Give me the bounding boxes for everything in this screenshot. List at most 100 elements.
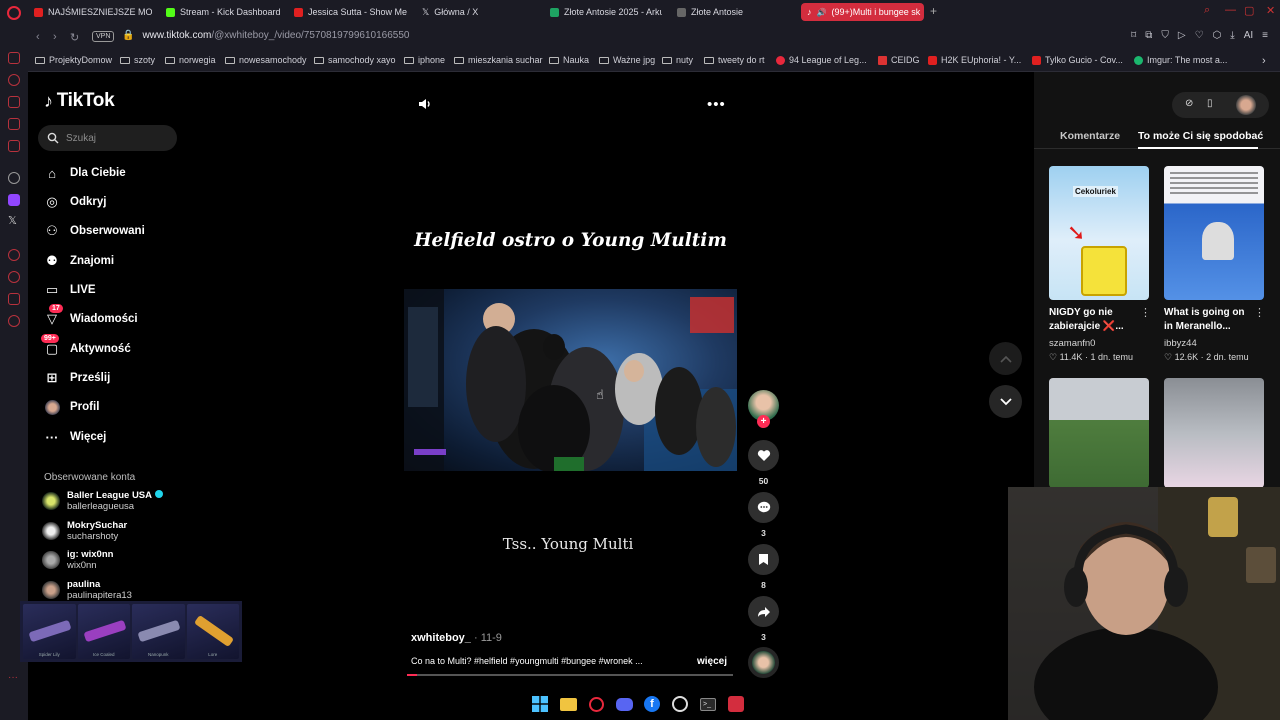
menu-item-aktywnosc[interactable]: ▢ 99+ Aktywność xyxy=(41,334,131,357)
menu-item-profil[interactable]: Profil xyxy=(44,399,99,415)
tab-comments[interactable]: Komentarze xyxy=(1060,130,1120,142)
sidebar-app-icon[interactable] xyxy=(8,96,20,108)
author-name[interactable]: xwhiteboy_ xyxy=(411,632,471,644)
previous-video-button[interactable] xyxy=(989,342,1022,375)
next-video-button[interactable] xyxy=(989,385,1022,418)
windows-start-icon[interactable] xyxy=(530,694,550,714)
bookmark-item[interactable]: nowesamochody xyxy=(225,55,307,65)
sidebar-app-icon[interactable] xyxy=(8,249,20,261)
more-options-icon[interactable]: ⋮ xyxy=(1254,306,1265,319)
recommended-video-author[interactable]: ibbyz44 xyxy=(1164,338,1197,349)
search-tabs-icon[interactable]: ⌕ xyxy=(1204,4,1210,17)
settings-icon[interactable] xyxy=(8,315,20,327)
recommended-video-author[interactable]: szamanfn0 xyxy=(1049,338,1095,349)
menu-item-znajomi[interactable]: ⚉ Znajomi xyxy=(44,253,114,269)
browser-tab[interactable]: Jessica Sutta - Show Me xyxy=(288,3,408,21)
device-icon[interactable]: ▯ xyxy=(1207,98,1213,109)
recommended-video-title[interactable]: NIGDY go nie zabierajcie ❌... xyxy=(1049,306,1141,334)
recommended-video-title[interactable]: What is going on in Meranello... xyxy=(1164,306,1256,334)
bookmark-item[interactable]: H2K EUphoria! - Y... xyxy=(928,55,1021,65)
snapshot-icon[interactable]: ⧉ xyxy=(1145,30,1152,41)
browser-tab[interactable]: Złote Antosie xyxy=(671,3,791,21)
sidebar-app-icon[interactable] xyxy=(8,293,20,305)
x-icon[interactable]: 𝕏 xyxy=(8,214,17,227)
bookmark-item[interactable]: tweety do rt xyxy=(704,55,765,65)
download-icon[interactable]: ⤓ xyxy=(1230,30,1234,41)
video-thumbnail[interactable]: Cekoluriek ➘ xyxy=(1049,166,1149,300)
discord-icon[interactable] xyxy=(614,694,634,714)
bookmark-item[interactable]: Tylko Gucio - Cov... xyxy=(1032,55,1123,65)
follow-plus-button[interactable]: + xyxy=(757,415,770,428)
comment-button[interactable] xyxy=(748,492,779,523)
ai-button[interactable]: AI xyxy=(1244,30,1253,41)
terminal-icon[interactable]: >_ xyxy=(698,694,718,714)
menu-item-live[interactable]: ▭ LIVE xyxy=(44,282,96,298)
url-field[interactable]: 🔒 www.tiktok.com/@xwhiteboy_/video/757081… xyxy=(122,30,409,41)
more-options-icon[interactable]: ••• xyxy=(707,96,726,113)
opera-gx-icon[interactable] xyxy=(586,694,606,714)
save-button[interactable] xyxy=(748,544,779,575)
bookmark-item[interactable]: Imgur: The most a... xyxy=(1134,55,1227,65)
bookmark-item[interactable]: Ważne jpg xyxy=(599,55,655,65)
more-icon[interactable]: ··· xyxy=(8,672,18,683)
heart-icon[interactable]: ♡ xyxy=(1195,30,1204,41)
bookmark-icon[interactable]: ⌑ xyxy=(1131,30,1136,41)
browser-tab-active[interactable]: ♪ 🔊 (99+)Multi i bungee sk xyxy=(801,3,924,21)
followed-account[interactable]: Baller League USA ballerleagueusa xyxy=(42,490,163,512)
browser-tab[interactable]: 𝕏 Główna / X xyxy=(416,3,536,21)
shield-icon[interactable]: ⛉ xyxy=(1161,30,1169,41)
volume-icon[interactable] xyxy=(417,96,433,112)
menu-icon[interactable]: ≡ xyxy=(1262,30,1268,41)
bookmark-item[interactable]: nuty xyxy=(662,55,693,65)
bookmark-item[interactable]: samochody xayo xyxy=(314,55,396,65)
avatar[interactable] xyxy=(1236,95,1256,115)
opera-logo-icon[interactable] xyxy=(7,6,21,20)
sidebar-app-icon[interactable] xyxy=(8,74,20,86)
forward-icon[interactable]: › xyxy=(53,31,57,43)
video-frame[interactable] xyxy=(404,289,737,471)
streaming-app-icon[interactable] xyxy=(726,694,746,714)
browser-tab[interactable]: NAJŚMIESZNIEJSZE MOM xyxy=(28,3,152,21)
twitch-icon[interactable] xyxy=(8,194,20,206)
vpn-badge[interactable]: VPN xyxy=(92,31,115,42)
reload-icon[interactable]: ↻ xyxy=(70,31,79,44)
menu-item-wiecej[interactable]: ··· Więcej xyxy=(44,429,107,445)
sidebar-app-icon[interactable] xyxy=(8,52,20,64)
back-icon[interactable]: ‹ xyxy=(36,31,40,43)
player-icon[interactable]: ▷ xyxy=(1178,30,1186,41)
history-icon[interactable] xyxy=(8,271,20,283)
menu-item-obserwowani[interactable]: ⚇ Obserwowani xyxy=(44,223,145,239)
minimize-button[interactable]: — xyxy=(1225,4,1236,16)
browser-tab[interactable]: Stream - Kick Dashboard xyxy=(160,3,280,21)
sidebar-app-icon[interactable] xyxy=(8,118,20,130)
video-thumbnail[interactable] xyxy=(1164,378,1264,488)
bookmark-item[interactable]: iphone xyxy=(404,55,445,65)
obs-icon[interactable] xyxy=(670,694,690,714)
extensions-icon[interactable]: ⬡ xyxy=(1213,30,1222,41)
more-description-button[interactable]: więcej xyxy=(697,656,727,667)
bookmark-item[interactable]: ProjektyDomow xyxy=(35,55,112,65)
bookmarks-overflow-icon[interactable]: › xyxy=(1262,55,1266,67)
like-button[interactable] xyxy=(748,440,779,471)
more-options-icon[interactable]: ⋮ xyxy=(1140,306,1151,319)
sidebar-app-icon[interactable] xyxy=(8,140,20,152)
bookmark-item[interactable]: norwegia xyxy=(165,55,216,65)
browser-tab[interactable]: Złote Antosie 2025 - Arku xyxy=(544,3,662,21)
video-thumbnail[interactable] xyxy=(1164,166,1264,300)
share-button[interactable] xyxy=(748,596,779,627)
tab-recommended[interactable]: To może Ci się spodobać xyxy=(1138,130,1263,142)
music-disc[interactable] xyxy=(748,647,779,678)
tiktok-logo[interactable]: ♪ TikTok xyxy=(44,90,115,112)
video-progress-bar[interactable] xyxy=(407,674,733,676)
video-author[interactable]: xwhiteboy_ · 11-9 xyxy=(411,632,502,644)
chatgpt-icon[interactable] xyxy=(8,172,20,184)
menu-item-dla-ciebie[interactable]: ⌂ Dla Ciebie xyxy=(44,165,126,181)
facebook-icon[interactable]: f xyxy=(642,694,662,714)
bookmark-item[interactable]: Nauka xyxy=(549,55,589,65)
bookmark-item[interactable]: szoty xyxy=(120,55,155,65)
followed-account[interactable]: paulina paulinapitera13 xyxy=(42,579,132,601)
bookmark-item[interactable]: mieszkania suchar xyxy=(454,55,543,65)
bookmark-item[interactable]: CEIDG xyxy=(878,55,920,65)
followed-account[interactable]: ig: wix0nn wix0nn xyxy=(42,549,113,571)
file-explorer-icon[interactable] xyxy=(558,694,578,714)
